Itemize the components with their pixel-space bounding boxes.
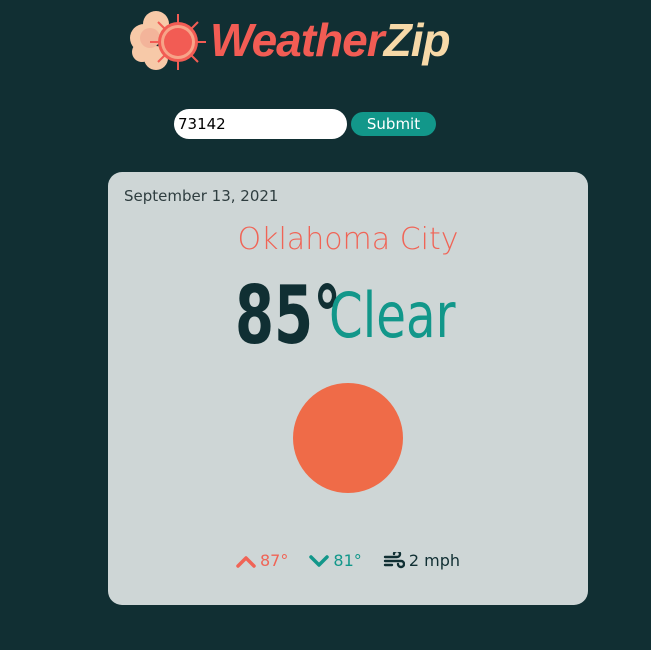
submit-button[interactable]: Submit [351, 112, 436, 136]
current-temperature: 85° [234, 269, 341, 362]
wind-icon [383, 551, 405, 568]
city-name: Oklahoma City [237, 222, 459, 257]
wind-speed-value: 2 mph [408, 551, 461, 570]
high-temp-value: 87° [259, 551, 289, 570]
sun-icon [293, 383, 403, 493]
zip-input[interactable] [174, 109, 347, 139]
low-temp: 81° [309, 551, 362, 570]
weather-stats: 87° 81° 2 mph [108, 550, 588, 570]
weather-date: September 13, 2021 [124, 187, 279, 205]
chevron-up-icon [236, 555, 256, 568]
chevron-down-icon [309, 554, 330, 567]
wind-speed: 2 mph [383, 551, 460, 570]
current-conditions: 85°Clear [108, 270, 588, 362]
low-temp-value: 81° [333, 551, 362, 570]
sun-cloud-icon [130, 11, 206, 70]
logo-wordmark: WeatherZip [210, 10, 451, 70]
app-logo: WeatherZip [128, 8, 488, 74]
weather-card: September 13, 2021 Oklahoma City 85°Clea… [108, 172, 588, 605]
logo-word-zip: Zip [383, 14, 451, 66]
high-temp: 87° [236, 551, 288, 570]
logo-word-weather: Weather [210, 14, 385, 66]
weather-condition: Clear [328, 279, 456, 352]
